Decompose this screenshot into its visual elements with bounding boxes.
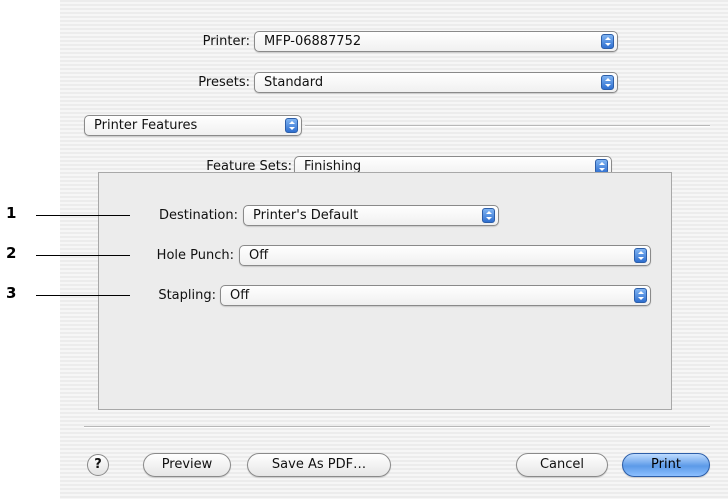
panel-value: Printer Features [94, 118, 198, 133]
popup-arrows-icon [601, 34, 614, 49]
callout-number: 1 [6, 204, 17, 222]
presets-value: Standard [264, 75, 324, 90]
hole-punch-popup[interactable]: Off [239, 245, 651, 266]
print-button[interactable]: Print [622, 453, 710, 477]
callout-line-1 [36, 215, 130, 216]
callout-line-2 [36, 255, 130, 256]
cancel-button[interactable]: Cancel [516, 453, 608, 477]
destination-value: Printer's Default [253, 208, 359, 223]
presets-label: Presets: [198, 75, 250, 90]
hole-punch-value: Off [249, 248, 269, 263]
callout-number: 2 [6, 244, 17, 262]
stapling-label: Stapling: [158, 288, 216, 303]
popup-arrows-icon [482, 208, 495, 223]
preview-button[interactable]: Preview [143, 453, 231, 477]
popup-arrows-icon [285, 118, 298, 133]
popup-arrows-icon [634, 248, 647, 263]
print-dialog: Printer: MFP-06887752 Presets: Standard … [60, 0, 728, 499]
printer-label: Printer: [202, 34, 250, 49]
stapling-popup[interactable]: Off [220, 285, 651, 306]
save-as-pdf-button[interactable]: Save As PDF… [247, 453, 391, 477]
stapling-value: Off [230, 288, 250, 303]
printer-value: MFP-06887752 [264, 34, 362, 49]
destination-label: Destination: [159, 208, 238, 223]
bottom-separator [84, 426, 710, 428]
panel-popup[interactable]: Printer Features [84, 115, 302, 136]
panel-separator [305, 125, 710, 127]
callout-line-3 [36, 295, 130, 296]
popup-arrows-icon [634, 288, 647, 303]
presets-popup[interactable]: Standard [254, 72, 618, 93]
callout-number: 3 [6, 284, 17, 302]
hole-punch-label: Hole Punch: [156, 248, 234, 263]
destination-popup[interactable]: Printer's Default [243, 205, 499, 226]
help-button[interactable]: ? [87, 454, 109, 476]
printer-popup[interactable]: MFP-06887752 [254, 31, 618, 52]
popup-arrows-icon [601, 75, 614, 90]
